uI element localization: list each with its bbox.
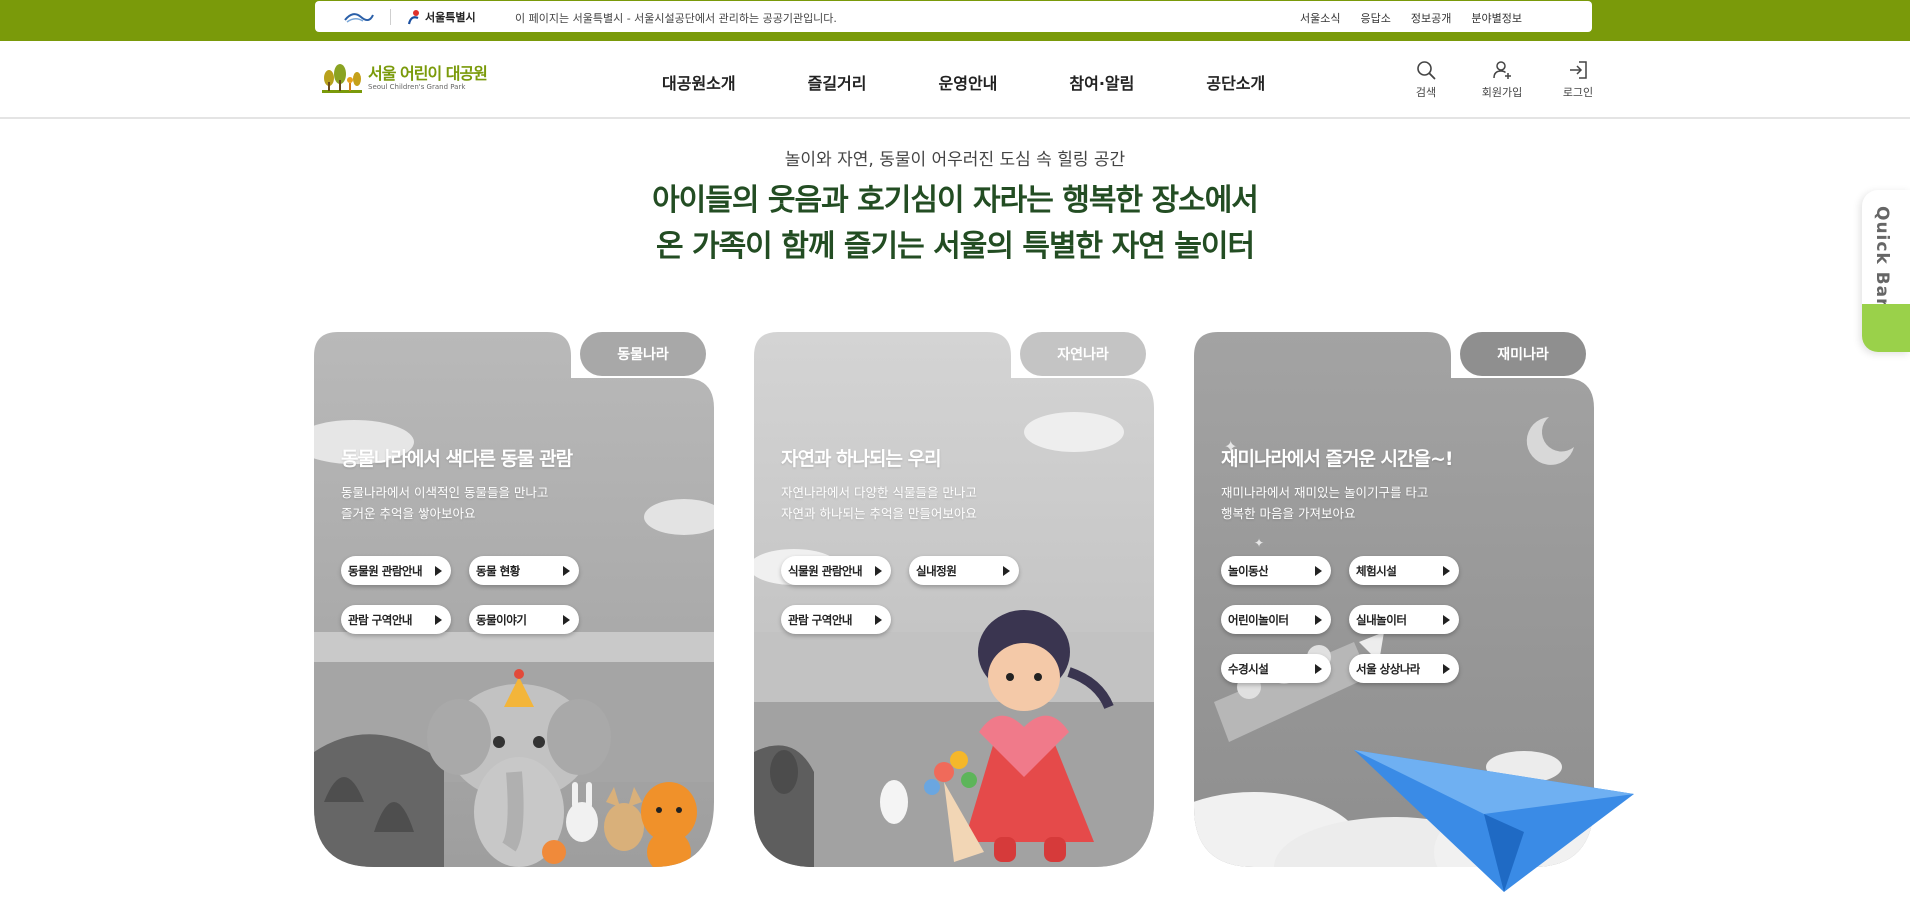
card-animal-land: 동물나라 동물나라에서 색다른 동물 관람 동물나라에서 이색적인 동물들을 만… — [314, 332, 716, 867]
hero-title-line1: 아이들의 웃음과 호기심이 자라는 행복한 장소에서 — [652, 183, 1259, 218]
pill-label: 서울 상상나라 — [1356, 661, 1420, 676]
card-description: 재미나라에서 재미있는 놀이기구를 타고 행복한 마음을 가져보아요 — [1221, 485, 1429, 521]
play-arrow-icon — [1003, 565, 1010, 576]
signup-label: 회원가입 — [1481, 86, 1523, 99]
play-arrow-icon — [435, 565, 442, 576]
site-header: 서울 어린이 대공원 Seoul Children's Grand Park 대… — [0, 41, 1910, 119]
gov-divider — [390, 9, 391, 25]
user-plus-icon — [1493, 61, 1511, 79]
hero-subtitle: 놀이와 자연, 동물이 어우러진 도심 속 힐링 공간 — [784, 150, 1126, 170]
card-description: 자연나라에서 다양한 식물들을 만나고 자연과 하나되는 추억을 만들어보아요 — [781, 485, 977, 521]
indoor-playground-button[interactable]: 실내놀이터 — [1349, 605, 1459, 634]
gov-bar: 서울특별시 이 페이지는 서울특별시 - 서울시설공단에서 관리하는 공공기관입… — [0, 0, 1910, 41]
card-heading: 재미나라에서 즐거운 시간을~! — [1221, 448, 1454, 470]
amusement-park-button[interactable]: 놀이동산 — [1221, 556, 1331, 585]
pill-label: 관람 구역안내 — [348, 612, 412, 627]
tab-fun-land[interactable]: 재미나라 — [1460, 332, 1586, 376]
paper-plane-icon — [1354, 750, 1634, 892]
play-arrow-icon — [1443, 614, 1450, 625]
svg-text:✦: ✦ — [1254, 536, 1264, 550]
seoul-facility-logo-icon[interactable] — [343, 8, 375, 26]
gov-link-info[interactable]: 정보공개 — [1411, 10, 1451, 26]
utility-menu: 검색 회원가입 로그인 — [1388, 59, 1616, 100]
zone-guide-button[interactable]: 관람 구역안내 — [341, 605, 451, 634]
card-heading: 동물나라에서 색다른 동물 관람 — [341, 448, 573, 470]
nav-corporation-intro[interactable]: 공단소개 — [1206, 70, 1265, 94]
nav-attractions[interactable]: 즐길거리 — [808, 70, 867, 94]
gov-notice: 이 페이지는 서울특별시 - 서울시설공단에서 관리하는 공공기관입니다. — [515, 12, 837, 25]
play-arrow-icon — [1315, 614, 1322, 625]
hero-title: 아이들의 웃음과 호기심이 자라는 행복한 장소에서 온 가족이 함께 즐기는 … — [0, 178, 1910, 270]
play-arrow-icon — [1443, 663, 1450, 674]
gov-link-response[interactable]: 응답소 — [1361, 10, 1391, 26]
nav-operation-info[interactable]: 운영안내 — [939, 70, 998, 94]
quick-bar[interactable]: Quick Bar — [1862, 190, 1910, 352]
card-button-group: 놀이동산 체험시설 어린이놀이터 실내놀이터 수경시설 서울 상상나라 — [1221, 556, 1581, 683]
pill-label: 관람 구역안내 — [788, 612, 852, 627]
logo-english: Seoul Children's Grand Park — [368, 83, 466, 91]
signup-button[interactable]: 회원가입 — [1464, 59, 1540, 100]
logo-text: 서울 어린이 대공원 Seoul Children's Grand Park — [368, 64, 488, 92]
pill-label: 동물이야기 — [476, 612, 527, 627]
pill-label: 체험시설 — [1356, 563, 1397, 578]
logo-korean: 서울 어린이 대공원 — [368, 64, 488, 83]
pill-label: 실내정원 — [916, 563, 957, 578]
login-icon — [1570, 61, 1587, 79]
play-arrow-icon — [875, 614, 882, 625]
animal-status-button[interactable]: 동물 현황 — [469, 556, 579, 585]
pill-label: 식물원 관람안내 — [788, 563, 863, 578]
site-logo[interactable]: 서울 어린이 대공원 Seoul Children's Grand Park — [322, 63, 488, 93]
main-nav: 대공원소개 즐길거리 운영안내 참여·알림 공단소개 — [662, 70, 1337, 94]
tab-animal-land[interactable]: 동물나라 — [580, 332, 706, 376]
park-trees-logo-icon — [322, 64, 362, 93]
pill-label: 놀이동산 — [1228, 563, 1269, 578]
botanical-guide-button[interactable]: 식물원 관람안내 — [781, 556, 891, 585]
play-arrow-icon — [435, 614, 442, 625]
login-button[interactable]: 로그인 — [1540, 59, 1616, 100]
pill-label: 실내놀이터 — [1356, 612, 1407, 627]
seoul-imagination-button[interactable]: 서울 상상나라 — [1349, 654, 1459, 683]
gov-link-news[interactable]: 서울소식 — [1300, 10, 1340, 26]
play-arrow-icon — [563, 565, 570, 576]
card-nature-land: 자연나라 자연과 하나되는 우리 자연나라에서 다양한 식물들을 만나고 자연과… — [754, 332, 1156, 867]
play-arrow-icon — [875, 565, 882, 576]
tab-nature-land[interactable]: 자연나라 — [1020, 332, 1146, 376]
play-arrow-icon — [563, 614, 570, 625]
card-fun-land: ✦ ✦ 재미나라 재미나라에서 즐거운 시간을~! 재미나라에서 재미있는 놀이… — [1194, 332, 1634, 892]
card-button-group: 동물원 관람안내 동물 현황 관람 구역안내 동물이야기 — [341, 556, 701, 634]
pill-label: 어린이놀이터 — [1228, 612, 1289, 627]
play-arrow-icon — [1315, 565, 1322, 576]
pill-label: 동물 현황 — [476, 563, 520, 578]
playground-button[interactable]: 어린이놀이터 — [1221, 605, 1331, 634]
seoul-symbol-icon — [407, 10, 419, 25]
indoor-garden-button[interactable]: 실내정원 — [909, 556, 1019, 585]
play-arrow-icon — [1443, 565, 1450, 576]
zoo-guide-button[interactable]: 동물원 관람안내 — [341, 556, 451, 585]
search-label: 검색 — [1415, 86, 1437, 99]
card-button-group: 식물원 관람안내 실내정원 관람 구역안내 — [781, 556, 1141, 634]
quick-bar-accent — [1862, 304, 1910, 352]
seoul-city-logo[interactable]: 서울특별시 — [407, 8, 476, 26]
quick-bar-label: Quick Bar — [1872, 206, 1892, 308]
play-arrow-icon — [1315, 663, 1322, 674]
seoul-city-label: 서울특별시 — [425, 11, 476, 24]
zone-guide-button[interactable]: 관람 구역안내 — [781, 605, 891, 634]
login-label: 로그인 — [1562, 86, 1594, 99]
gov-bar-inner: 서울특별시 이 페이지는 서울특별시 - 서울시설공단에서 관리하는 공공기관입… — [315, 1, 1592, 32]
animal-story-button[interactable]: 동물이야기 — [469, 605, 579, 634]
search-icon — [1417, 61, 1436, 80]
search-button[interactable]: 검색 — [1388, 59, 1464, 100]
water-facility-button[interactable]: 수경시설 — [1221, 654, 1331, 683]
gov-links: 서울소식 응답소 정보공개 분야별정보 — [1300, 10, 1522, 26]
card-description: 동물나라에서 이색적인 동물들을 만나고 즐거운 추억을 쌓아보아요 — [341, 485, 549, 521]
card-heading: 자연과 하나되는 우리 — [781, 448, 942, 470]
nav-participation[interactable]: 참여·알림 — [1069, 70, 1134, 94]
gov-link-field[interactable]: 분야별정보 — [1471, 10, 1522, 26]
nav-park-intro[interactable]: 대공원소개 — [662, 70, 736, 94]
pill-label: 동물원 관람안내 — [348, 563, 423, 578]
pill-label: 수경시설 — [1228, 661, 1269, 676]
experience-facility-button[interactable]: 체험시설 — [1349, 556, 1459, 585]
hero-title-line2: 온 가족이 함께 즐기는 서울의 특별한 자연 놀이터 — [655, 229, 1255, 264]
